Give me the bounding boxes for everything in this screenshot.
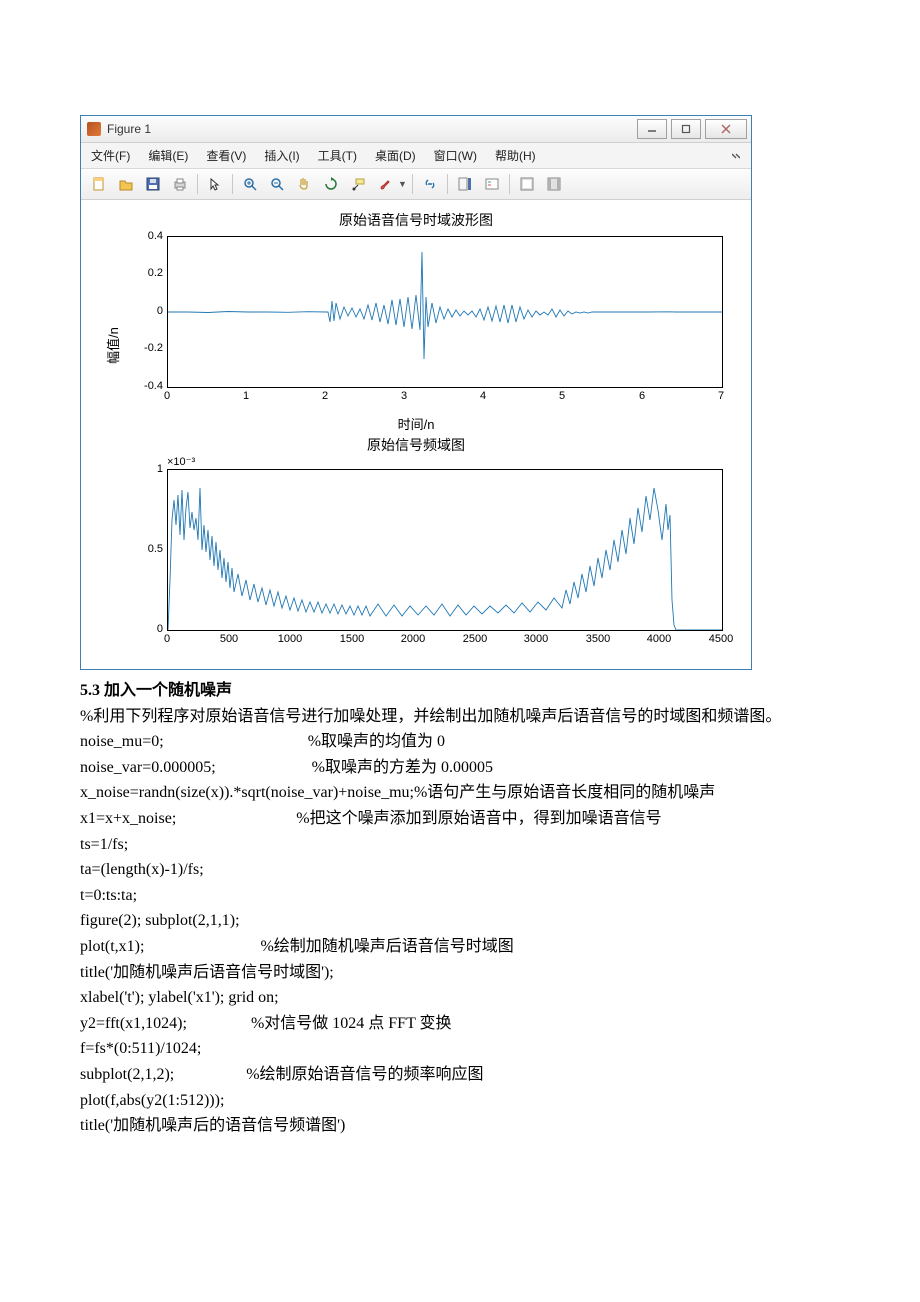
chart1-ytick: 0.2 xyxy=(133,267,163,279)
chart2-xtick: 2500 xyxy=(463,633,487,645)
zoom-in-icon[interactable] xyxy=(238,172,262,196)
window-title: Figure 1 xyxy=(107,122,151,136)
doc-line: xlabel('t'); ylabel('x1'); grid on; xyxy=(80,985,840,1011)
zoom-out-icon[interactable] xyxy=(265,172,289,196)
brush-dropdown-icon[interactable]: ▼ xyxy=(398,179,407,189)
chart1-xtick: 6 xyxy=(639,390,645,402)
chart1-xtick: 1 xyxy=(243,390,249,402)
chart1-xtick: 7 xyxy=(718,390,724,402)
menu-insert[interactable]: 插入(I) xyxy=(264,147,299,164)
chart1-title: 原始语音信号时域波形图 xyxy=(89,210,743,230)
chart2-ytick: 0 xyxy=(133,623,163,635)
minimize-button[interactable] xyxy=(637,119,667,139)
chart2: ×10⁻³ 1 0.5 0 0 500 1000 1500 2000 2500 … xyxy=(89,457,743,657)
new-file-icon[interactable] xyxy=(87,172,111,196)
menu-edit[interactable]: 编辑(E) xyxy=(148,147,188,164)
doc-line: figure(2); subplot(2,1,1); xyxy=(80,908,840,934)
menu-view[interactable]: 查看(V) xyxy=(206,147,246,164)
doc-line: f=fs*(0:511)/1024; xyxy=(80,1036,840,1062)
save-icon[interactable] xyxy=(141,172,165,196)
doc-line: noise_var=0.000005; %取噪声的方差为 0.00005 xyxy=(80,755,840,781)
chart1: 幅值/n 0.4 0.2 0 -0.2 -0.4 0 1 2 3 4 5 xyxy=(89,232,743,412)
section-heading: 5.3 加入一个随机噪声 xyxy=(80,678,840,704)
chart2-xtick: 3500 xyxy=(586,633,610,645)
close-button[interactable] xyxy=(705,119,747,139)
figure-window: Figure 1 文件(F) 编辑(E) 查看(V) 插入(I) 工具(T) 桌… xyxy=(80,115,752,670)
chart2-xtick: 1500 xyxy=(340,633,364,645)
chart1-xtick: 0 xyxy=(164,390,170,402)
chart1-xlabel: 时间/n xyxy=(89,414,743,433)
menu-file[interactable]: 文件(F) xyxy=(91,147,130,164)
legend-icon[interactable] xyxy=(480,172,504,196)
doc-line: x1=x+x_noise; %把这个噪声添加到原始语音中，得到加噪语音信号 xyxy=(80,806,840,832)
doc-line: ta=(length(x)-1)/fs; xyxy=(80,857,840,883)
chart1-xtick: 5 xyxy=(559,390,565,402)
doc-line: plot(t,x1); %绘制加随机噪声后语音信号时域图 xyxy=(80,934,840,960)
menubar-overflow-icon[interactable] xyxy=(731,151,741,161)
document-body: 5.3 加入一个随机噪声 %利用下列程序对原始语音信号进行加噪处理，并绘制出加随… xyxy=(80,678,840,1139)
chart2-xtick: 500 xyxy=(220,633,238,645)
brush-icon[interactable] xyxy=(373,172,397,196)
chart1-ytick: 0.4 xyxy=(133,230,163,242)
chart1-ytick: 0 xyxy=(133,305,163,317)
open-icon[interactable] xyxy=(114,172,138,196)
link-icon[interactable] xyxy=(418,172,442,196)
chart1-xtick: 3 xyxy=(401,390,407,402)
hide-plot-tools-icon[interactable] xyxy=(515,172,539,196)
menu-desktop[interactable]: 桌面(D) xyxy=(375,147,416,164)
show-plot-tools-icon[interactable] xyxy=(542,172,566,196)
print-icon[interactable] xyxy=(168,172,192,196)
menu-window[interactable]: 窗口(W) xyxy=(434,147,477,164)
chart1-xtick: 2 xyxy=(322,390,328,402)
chart2-xtick: 4000 xyxy=(647,633,671,645)
chart2-title: 原始信号频域图 xyxy=(89,435,743,455)
chart1-axes[interactable] xyxy=(167,236,723,388)
chart2-y-multiplier: ×10⁻³ xyxy=(167,455,195,468)
doc-line: plot(f,abs(y2(1:512))); xyxy=(80,1088,840,1114)
doc-line: title('加随机噪声后的语音信号频谱图') xyxy=(80,1113,840,1139)
chart2-xtick: 3000 xyxy=(524,633,548,645)
chart2-xtick: 2000 xyxy=(401,633,425,645)
matlab-app-icon xyxy=(87,122,101,136)
chart1-ytick: -0.2 xyxy=(133,342,163,354)
restore-button[interactable] xyxy=(671,119,701,139)
window-titlebar[interactable]: Figure 1 xyxy=(81,116,751,143)
chart2-axes[interactable] xyxy=(167,469,723,631)
rotate-icon[interactable] xyxy=(319,172,343,196)
colorbar-icon[interactable] xyxy=(453,172,477,196)
chart2-xtick: 1000 xyxy=(278,633,302,645)
pan-icon[interactable] xyxy=(292,172,316,196)
doc-line: %利用下列程序对原始语音信号进行加噪处理，并绘制出加随机噪声后语音信号的时域图和… xyxy=(80,704,840,730)
doc-line: noise_mu=0; %取噪声的均值为 0 xyxy=(80,729,840,755)
chart2-xtick: 0 xyxy=(164,633,170,645)
chart1-ylabel: 幅值/n xyxy=(103,327,122,364)
doc-line: subplot(2,1,2); %绘制原始语音信号的频率响应图 xyxy=(80,1062,840,1088)
chart1-xtick: 4 xyxy=(480,390,486,402)
pointer-icon[interactable] xyxy=(203,172,227,196)
doc-line: x_noise=randn(size(x)).*sqrt(noise_var)+… xyxy=(80,780,840,806)
doc-line: ts=1/fs; xyxy=(80,832,840,858)
doc-line: y2=fft(x1,1024); %对信号做 1024 点 FFT 变换 xyxy=(80,1011,840,1037)
menu-help[interactable]: 帮助(H) xyxy=(495,147,536,164)
chart2-ytick: 1 xyxy=(133,463,163,475)
data-cursor-icon[interactable] xyxy=(346,172,370,196)
toolbar: ▼ xyxy=(81,169,751,200)
chart2-ytick: 0.5 xyxy=(133,543,163,555)
chart1-ytick: -0.4 xyxy=(133,380,163,392)
menubar: 文件(F) 编辑(E) 查看(V) 插入(I) 工具(T) 桌面(D) 窗口(W… xyxy=(81,143,751,169)
chart2-xtick: 4500 xyxy=(709,633,733,645)
plot-area: 原始语音信号时域波形图 幅值/n 0.4 0.2 0 -0.2 -0.4 0 1… xyxy=(81,200,751,669)
doc-line: t=0:ts:ta; xyxy=(80,883,840,909)
menu-tools[interactable]: 工具(T) xyxy=(318,147,357,164)
doc-line: title('加随机噪声后语音信号时域图'); xyxy=(80,960,840,986)
